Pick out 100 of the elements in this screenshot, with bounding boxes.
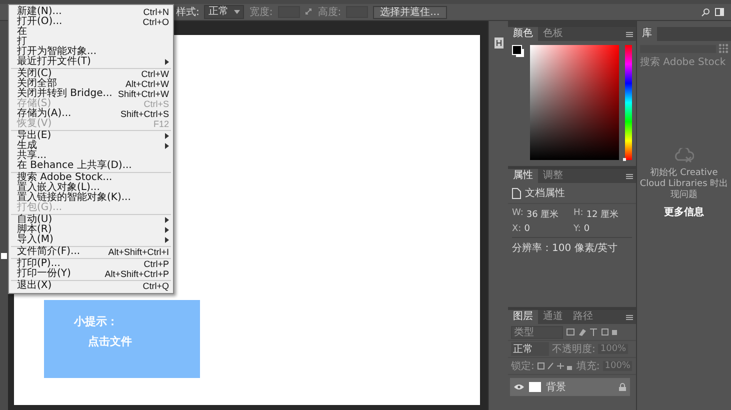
- menu-item[interactable]: 置入链接的智能对象(K)...: [9, 193, 173, 203]
- menu-item-label: 置入嵌入对象(L)...: [17, 183, 100, 193]
- menu-item-label: 在: [17, 27, 27, 37]
- menu-item[interactable]: 新建(N)... Ctrl+N: [9, 7, 173, 17]
- panel-menu-icon[interactable]: [626, 314, 633, 320]
- layer-row[interactable]: 背景: [510, 378, 630, 396]
- menu-item-label: 在 Behance 上共享(D)...: [17, 161, 132, 171]
- field-label: Y:: [574, 224, 581, 234]
- menu-item[interactable]: 打: [9, 37, 173, 47]
- menu-item-label: 关闭(C): [17, 69, 52, 79]
- menu-item-label: 文件简介(F)...: [17, 247, 80, 257]
- search-icon[interactable]: [701, 8, 710, 16]
- library-search-field[interactable]: 搜索 Adobe Stock: [640, 56, 728, 68]
- menu-item-label: 置入链接的智能对象(K)...: [17, 193, 131, 203]
- menu-item-label: 搜索 Adobe Stock...: [17, 173, 112, 183]
- panel-tab[interactable]: 属性: [508, 169, 538, 183]
- menu-item-label: 存储为(A)...: [17, 109, 72, 119]
- workspace-icon[interactable]: [715, 8, 725, 16]
- menu-item-label: 导出(E): [17, 131, 52, 141]
- grid-view-icon[interactable]: [719, 44, 728, 53]
- color-field[interactable]: [530, 45, 619, 160]
- layer-filter-field[interactable]: 类型: [511, 326, 563, 338]
- properties-title: 文档属性: [525, 186, 565, 200]
- menu-item[interactable]: 退出(X) Ctrl+Q: [9, 281, 173, 291]
- menu-item-label: 打开(O)...: [17, 17, 62, 27]
- menu-item-label: 退出(X): [17, 281, 52, 291]
- menu-item[interactable]: 打印(P)... Ctrl+P: [9, 259, 173, 269]
- field-value: 0: [524, 224, 530, 234]
- select-and-mask-button[interactable]: 选择并遮住...: [373, 6, 447, 18]
- menu-item-label: 打印一份(Y): [17, 269, 71, 279]
- foreground-background-icon[interactable]: [512, 45, 524, 57]
- style-label: 样式:: [176, 6, 200, 19]
- menu-shortcut: Ctrl+O: [142, 17, 169, 27]
- menu-item-label: 打: [17, 37, 27, 47]
- blend-mode-dropdown[interactable]: 正常: [511, 342, 549, 356]
- swap-icon[interactable]: [304, 8, 313, 16]
- menu-item[interactable]: 存储为(A)... Shift+Ctrl+S: [9, 109, 173, 119]
- menu-item[interactable]: 置入嵌入对象(L)...: [9, 183, 173, 193]
- panel-menu-icon[interactable]: [626, 174, 633, 178]
- panel-tab[interactable]: 通道: [538, 310, 568, 324]
- menu-item[interactable]: 导出(E): [9, 131, 173, 141]
- panel-menu-icon[interactable]: [626, 32, 633, 36]
- menu-shortcut: Ctrl+S: [144, 99, 169, 109]
- lock-options-drawing[interactable]: [537, 362, 574, 370]
- resolution-text: 分辨率：100 像素/英寸: [512, 242, 619, 255]
- eye-icon[interactable]: [514, 384, 524, 390]
- panel-tab[interactable]: 路径: [568, 310, 598, 324]
- menu-item[interactable]: 导入(M): [9, 235, 173, 245]
- menu-shortcut: Ctrl+P: [144, 259, 169, 269]
- panel-tab[interactable]: 图层: [508, 310, 538, 324]
- panel-tab[interactable]: 调整: [538, 169, 568, 183]
- menu-shortcut: Alt+Shift+Ctrl+I: [108, 247, 169, 257]
- menu-item-label: 关闭并转到 Bridge...: [17, 89, 112, 99]
- menu-item-label: 关闭全部: [17, 79, 57, 89]
- menu-item[interactable]: 关闭(C) Ctrl+W: [9, 69, 173, 79]
- menu-item[interactable]: 自动(U): [9, 215, 173, 225]
- menu-item[interactable]: 共享...: [9, 151, 173, 161]
- layer-name: 背景: [546, 380, 566, 394]
- panel-tab[interactable]: 颜色: [508, 27, 538, 41]
- menu-item-label: 打开为智能对象...: [17, 47, 97, 57]
- menu-item[interactable]: 搜索 Adobe Stock...: [9, 173, 173, 183]
- menu-item[interactable]: 打开(O)... Ctrl+O: [9, 17, 173, 27]
- field-value: 0: [584, 224, 590, 234]
- menu-shortcut: Ctrl+N: [143, 7, 169, 17]
- menu-item[interactable]: 在 Behance 上共享(D)...: [9, 161, 173, 171]
- submenu-arrow-icon: [165, 59, 169, 65]
- menu-item-label: 新建(N)...: [17, 7, 62, 17]
- menu-item[interactable]: 文件简介(F)... Alt+Shift+Ctrl+I: [9, 247, 173, 257]
- menu-item-label: 打包(G)...: [17, 203, 62, 213]
- field-label: W:: [512, 208, 524, 220]
- menu-shortcut: F12: [153, 119, 169, 129]
- menu-item[interactable]: 脚本(R): [9, 225, 173, 235]
- menu-item-label: 脚本(R): [17, 225, 52, 235]
- menu-item-label: 最近打开文件(T): [17, 57, 91, 67]
- panel-tab[interactable]: 色板: [538, 27, 568, 41]
- more-info-link[interactable]: 更多信息: [664, 205, 704, 219]
- style-dropdown[interactable]: 正常: [204, 5, 244, 19]
- width-label: 宽度:: [249, 6, 273, 19]
- filter-icons-drawing[interactable]: [566, 328, 618, 336]
- opacity-label: 不透明度:: [552, 342, 596, 356]
- panel-tab[interactable]: 库: [637, 27, 657, 41]
- menu-item[interactable]: 关闭全部 Alt+Ctrl+W: [9, 79, 173, 89]
- menu-item-label: 打印(P)...: [17, 259, 60, 269]
- menu-item-label: 自动(U): [17, 215, 52, 225]
- menu-item[interactable]: 关闭并转到 Bridge... Shift+Ctrl+W: [9, 89, 173, 99]
- cloud-error-icon: [674, 148, 694, 164]
- tip-title: 小提示：: [74, 314, 118, 329]
- menu-item[interactable]: 在: [9, 27, 173, 37]
- menu-item-label: 恢复(V): [17, 119, 52, 129]
- hue-slider[interactable]: [625, 45, 632, 160]
- menu-shortcut: Ctrl+W: [141, 69, 169, 79]
- menu-item[interactable]: 生成: [9, 141, 173, 151]
- menu-item[interactable]: 打开为智能对象...: [9, 47, 173, 57]
- menu-item[interactable]: 最近打开文件(T): [9, 57, 173, 67]
- hue-slider-thumb[interactable]: [623, 158, 626, 161]
- layer-thumbnail: [529, 382, 541, 392]
- menu-shortcut: Alt+Shift+Ctrl+P: [104, 269, 169, 279]
- menu-item[interactable]: 打印一份(Y) Alt+Shift+Ctrl+P: [9, 269, 173, 279]
- color-swatch-icon[interactable]: [1, 253, 7, 259]
- menu-shortcut: Ctrl+Q: [142, 281, 169, 291]
